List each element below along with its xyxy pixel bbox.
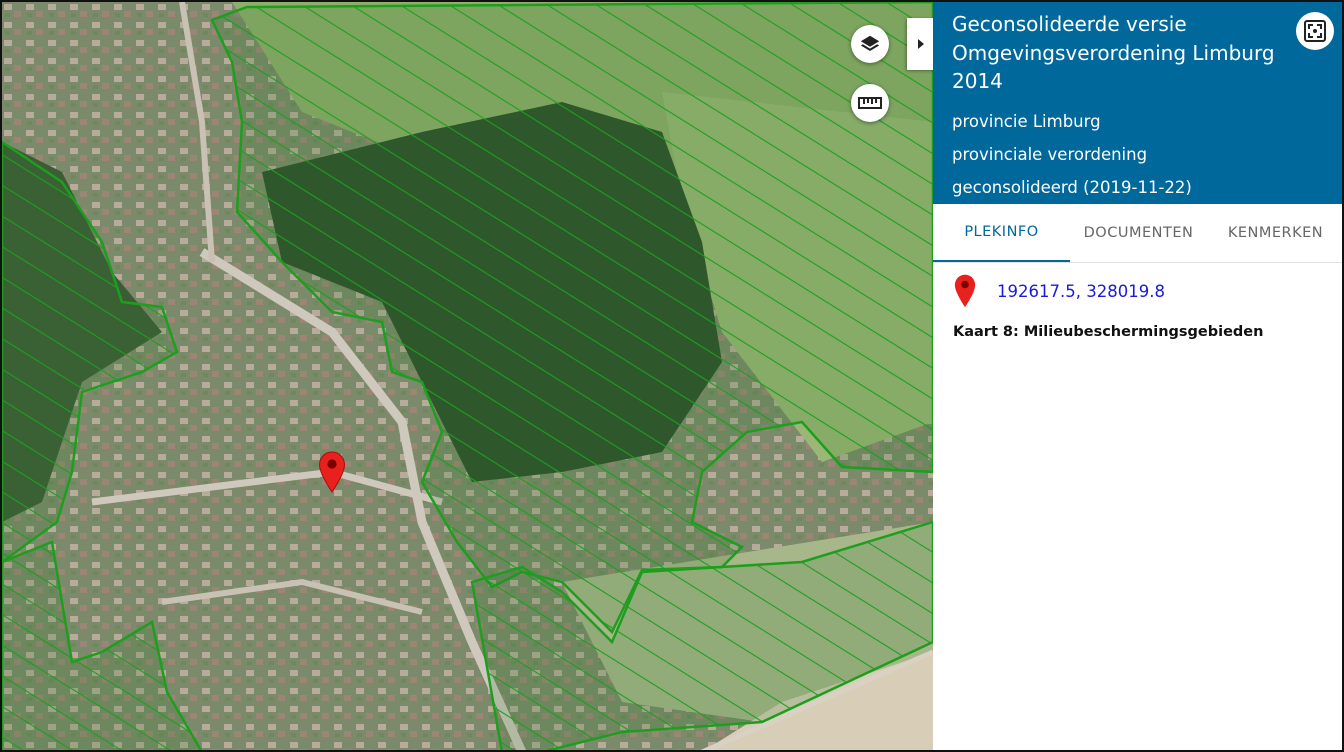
collapse-panel-button[interactable] [907,18,935,70]
fullscreen-icon [1304,20,1326,42]
ruler-icon [858,97,882,109]
tab-kenmerken[interactable]: KENMERKEN [1207,204,1342,262]
panel-title: Geconsolideerde versie Omgevingsverorden… [952,12,1275,93]
status-text: geconsolideerd (2019-11-22) [952,177,1192,197]
map-marker-icon[interactable] [318,451,346,493]
map-canvas[interactable] [2,2,933,752]
measure-button[interactable] [851,84,889,122]
tab-documenten[interactable]: DOCUMENTEN [1070,204,1207,262]
location-row: 192617.5, 328019.8 [953,274,1165,308]
layers-icon [860,35,880,51]
coordinates-link[interactable]: 192617.5, 328019.8 [997,282,1165,301]
location-marker-icon [954,274,976,308]
panel-header: Geconsolideerde versie Omgevingsverorden… [933,2,1342,204]
map-view[interactable] [2,2,933,752]
tab-plekinfo[interactable]: PLEKINFO [933,204,1070,262]
fullscreen-button[interactable] [1296,12,1334,50]
caret-right-icon [918,39,924,49]
tab-bar: PLEKINFO DOCUMENTEN KENMERKEN [933,204,1342,263]
authority-text: provincie Limburg [952,111,1101,131]
layers-button[interactable] [851,25,889,63]
layer-name: Kaart 8: Milieubeschermingsgebieden [953,324,1264,340]
app-window: Geconsolideerde versie Omgevingsverorden… [0,0,1344,752]
info-panel: Geconsolideerde versie Omgevingsverorden… [933,2,1342,750]
document-type-text: provinciale verordening [952,144,1148,164]
